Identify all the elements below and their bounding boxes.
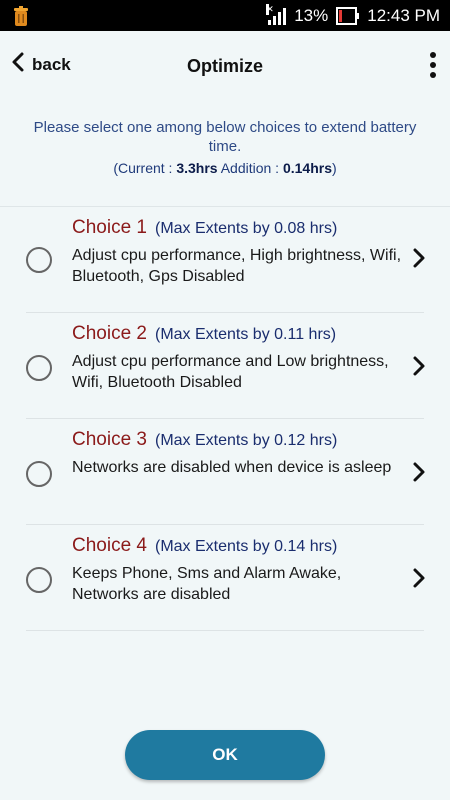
choice-title: Choice 2: [72, 323, 147, 344]
choice-3-row[interactable]: Choice 3 (Max Extents by 0.12 hrs) Networ…: [0, 419, 450, 525]
choice-3-radio[interactable]: [26, 461, 52, 487]
choice-description: Adjust cpu performance, High brightness,…: [72, 247, 402, 285]
current-value: 3.3hrs: [176, 160, 218, 176]
divider: [26, 630, 424, 631]
intro-section: Please select one among below choices to…: [20, 118, 430, 176]
choice-4-row[interactable]: Choice 4 (Max Extents by 0.14 hrs) Keeps …: [0, 525, 450, 631]
trash-can-icon: [12, 5, 30, 32]
more-vertical-icon[interactable]: [430, 52, 436, 78]
choice-4-radio[interactable]: [26, 567, 52, 593]
chevron-right-icon[interactable]: [412, 461, 426, 488]
chevron-right-icon[interactable]: [412, 247, 426, 274]
choice-description: Keeps Phone, Sms and Alarm Awake, Networ…: [72, 565, 342, 603]
ok-button[interactable]: OK: [125, 730, 325, 780]
chevron-right-icon[interactable]: [412, 567, 426, 594]
chevron-right-icon[interactable]: [412, 355, 426, 382]
choice-1-row[interactable]: Choice 1 (Max Extents by 0.08 hrs) Adjust…: [0, 207, 450, 313]
choice-max-extent: (Max Extents by 0.12 hrs): [155, 432, 338, 449]
choice-2-radio[interactable]: [26, 355, 52, 381]
status-bar: ✕ 13% 12:43 PM: [0, 0, 450, 31]
signal-icon: ✕: [266, 3, 287, 25]
intro-message: Please select one among below choices to…: [33, 119, 417, 155]
choice-1-radio[interactable]: [26, 247, 52, 273]
battery-percent: 13%: [294, 5, 329, 25]
choice-max-extent: (Max Extents by 0.11 hrs): [155, 326, 337, 343]
choice-max-extent: (Max Extents by 0.08 hrs): [155, 220, 338, 237]
addition-value: 0.14hrs: [282, 160, 333, 176]
app-header: back Optimize: [0, 31, 450, 101]
choice-description: Networks are disabled when device is asl…: [72, 459, 392, 476]
choice-title: Choice 3: [72, 429, 147, 450]
choice-title: Choice 1: [72, 217, 147, 238]
battery-low-icon: [336, 6, 360, 25]
page-title: Optimize: [186, 56, 263, 76]
choice-description: Adjust cpu performance and Low brightnes…: [72, 353, 389, 391]
choice-title: Choice 4: [72, 535, 147, 556]
choice-2-row[interactable]: Choice 2 (Max Extents by 0.11 hrs) Adjust…: [0, 313, 450, 419]
current-addition-line: (Current : 3.3hrs Addition : 0.14hrs): [113, 160, 337, 176]
clock: 12:43 PM: [367, 5, 440, 25]
choice-max-extent: (Max Extents by 0.14 hrs): [155, 538, 338, 555]
